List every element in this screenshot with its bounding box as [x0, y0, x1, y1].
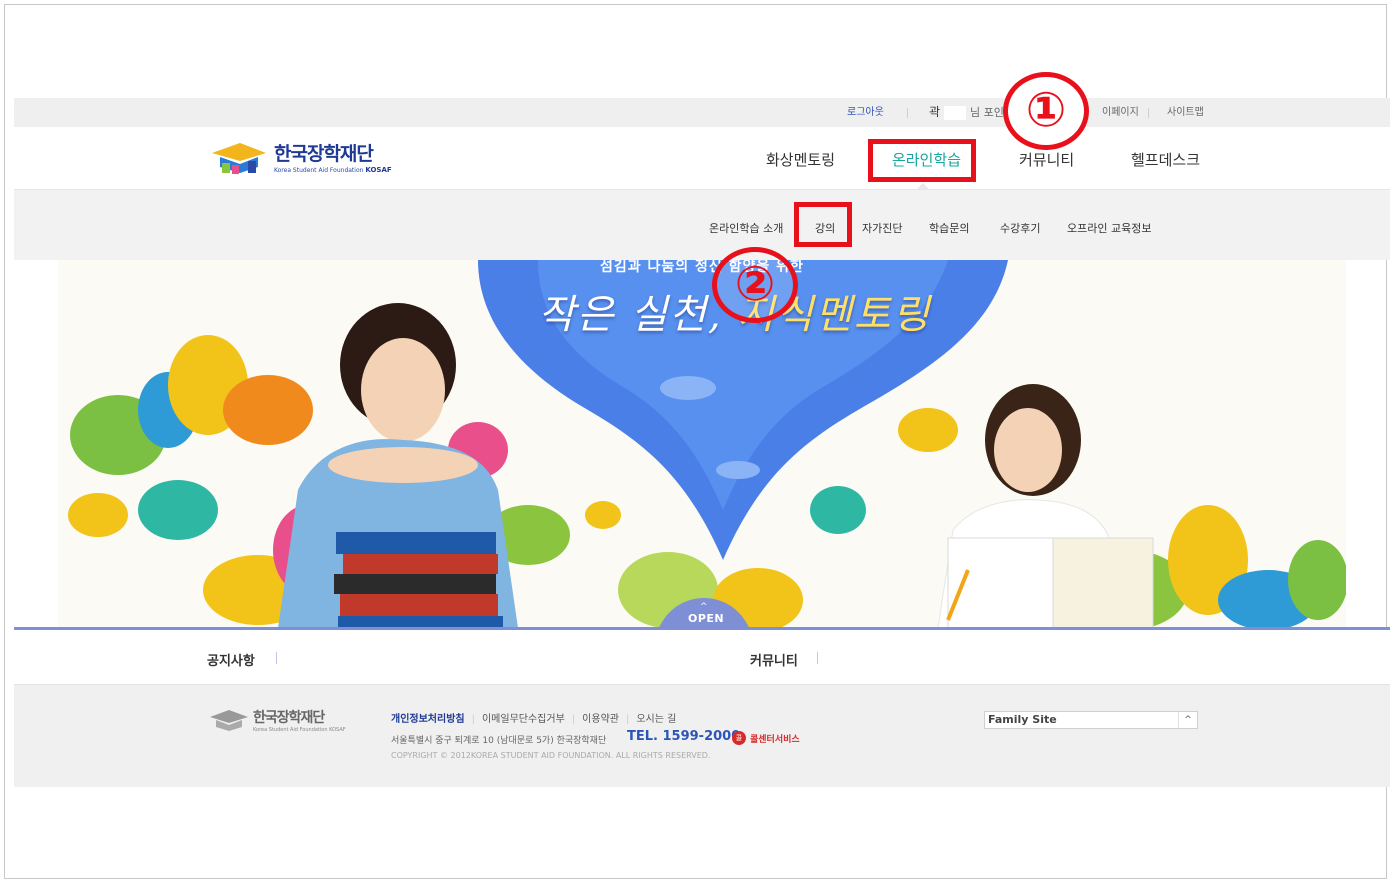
sitemap-link[interactable]: 사이트맵	[1167, 98, 1204, 127]
divider: |	[471, 714, 475, 725]
footer-logo-subtitle: Korea Student Aid Foundation KOSAF	[253, 727, 346, 733]
step-marker-1: ①	[1003, 72, 1089, 150]
family-site-value: Family Site	[988, 713, 1057, 726]
subnav-self-diagnosis[interactable]: 자가진단	[862, 220, 902, 236]
bottom-tabs: 공지사항 커뮤니티	[14, 630, 1390, 684]
divider: |	[571, 714, 576, 725]
subnav-offline-info[interactable]: 오프라인 교육정보	[1067, 220, 1151, 236]
kosaf-logo[interactable]: 한국장학재단 Korea Student Aid Foundation KOSA…	[210, 137, 410, 183]
subnav-intro[interactable]: 온라인학습 소개	[709, 220, 783, 236]
highlight-box-lecture	[794, 202, 852, 247]
footer-links: 개인정보처리방침 | 이메일무단수집거부 | 이용약관 | 오시는 길	[391, 710, 676, 725]
family-site-select[interactable]: Family Site ^	[984, 711, 1198, 729]
nav-community[interactable]: 커뮤니티	[1019, 149, 1074, 170]
step-marker-2: ②	[712, 247, 798, 323]
nav-helpdesk[interactable]: 헬프데스크	[1131, 149, 1200, 170]
chevron-up-icon: ^	[700, 602, 708, 612]
graduation-cap-icon	[212, 143, 266, 174]
privacy-policy-link[interactable]: 개인정보처리방침	[391, 714, 465, 725]
directions-link[interactable]: 오시는 길	[636, 714, 676, 725]
logo-subtitle: Korea Student Aid Foundation KOSAF	[274, 166, 392, 174]
call-center-label: 콜센터서비스	[750, 735, 800, 745]
footer-logo: 한국장학재단 Korea Student Aid Foundation KOSA…	[209, 707, 349, 737]
terms-link[interactable]: 이용약관	[582, 714, 619, 725]
utility-bar: 로그아웃 곽 님 포인트 이페이지 사이트맵	[14, 98, 1390, 128]
sub-navigation: 온라인학습 소개 강의 자가진단 학습문의 수강후기 오프라인 교육정보	[14, 190, 1390, 260]
divider	[1148, 108, 1149, 118]
tab-community[interactable]: 커뮤니티	[750, 650, 798, 669]
footer: 한국장학재단 Korea Student Aid Foundation KOSA…	[14, 684, 1390, 787]
divider	[907, 108, 908, 118]
footer-copyright: COPYRIGHT © 2012KOREA STUDENT AID FOUNDA…	[391, 751, 711, 760]
subnav-reviews[interactable]: 수강후기	[1000, 220, 1040, 236]
user-name: 곽	[929, 105, 941, 119]
open-label: OPEN	[688, 612, 725, 625]
footer-logo-title: 한국장학재단	[253, 710, 325, 726]
redacted-name	[944, 106, 966, 120]
divider	[817, 652, 818, 664]
chevron-up-icon: ^	[1178, 712, 1197, 728]
divider: |	[625, 714, 630, 725]
footer-tel: TEL. 1599-2000	[627, 729, 741, 744]
logo-title: 한국장학재단	[274, 143, 374, 165]
main-header: 한국장학재단 Korea Student Aid Foundation KOSA…	[14, 127, 1390, 190]
logout-link[interactable]: 로그아웃	[847, 98, 884, 127]
email-refusal-link[interactable]: 이메일무단수집거부	[482, 714, 565, 725]
mypage-link[interactable]: 이페이지	[1102, 98, 1139, 127]
call-center-icon: 콜	[732, 731, 746, 745]
nav-video-mentoring[interactable]: 화상멘토링	[766, 149, 835, 170]
highlight-box-online-learning	[868, 139, 976, 182]
footer-address: 서울특별시 중구 퇴계로 10 (남대문로 5가) 한국장학재단	[391, 736, 607, 746]
graduation-cap-icon	[210, 710, 248, 731]
tab-notice[interactable]: 공지사항	[207, 650, 255, 669]
subnav-inquiry[interactable]: 학습문의	[929, 220, 969, 236]
active-menu-caret	[917, 183, 929, 189]
divider	[276, 652, 277, 664]
